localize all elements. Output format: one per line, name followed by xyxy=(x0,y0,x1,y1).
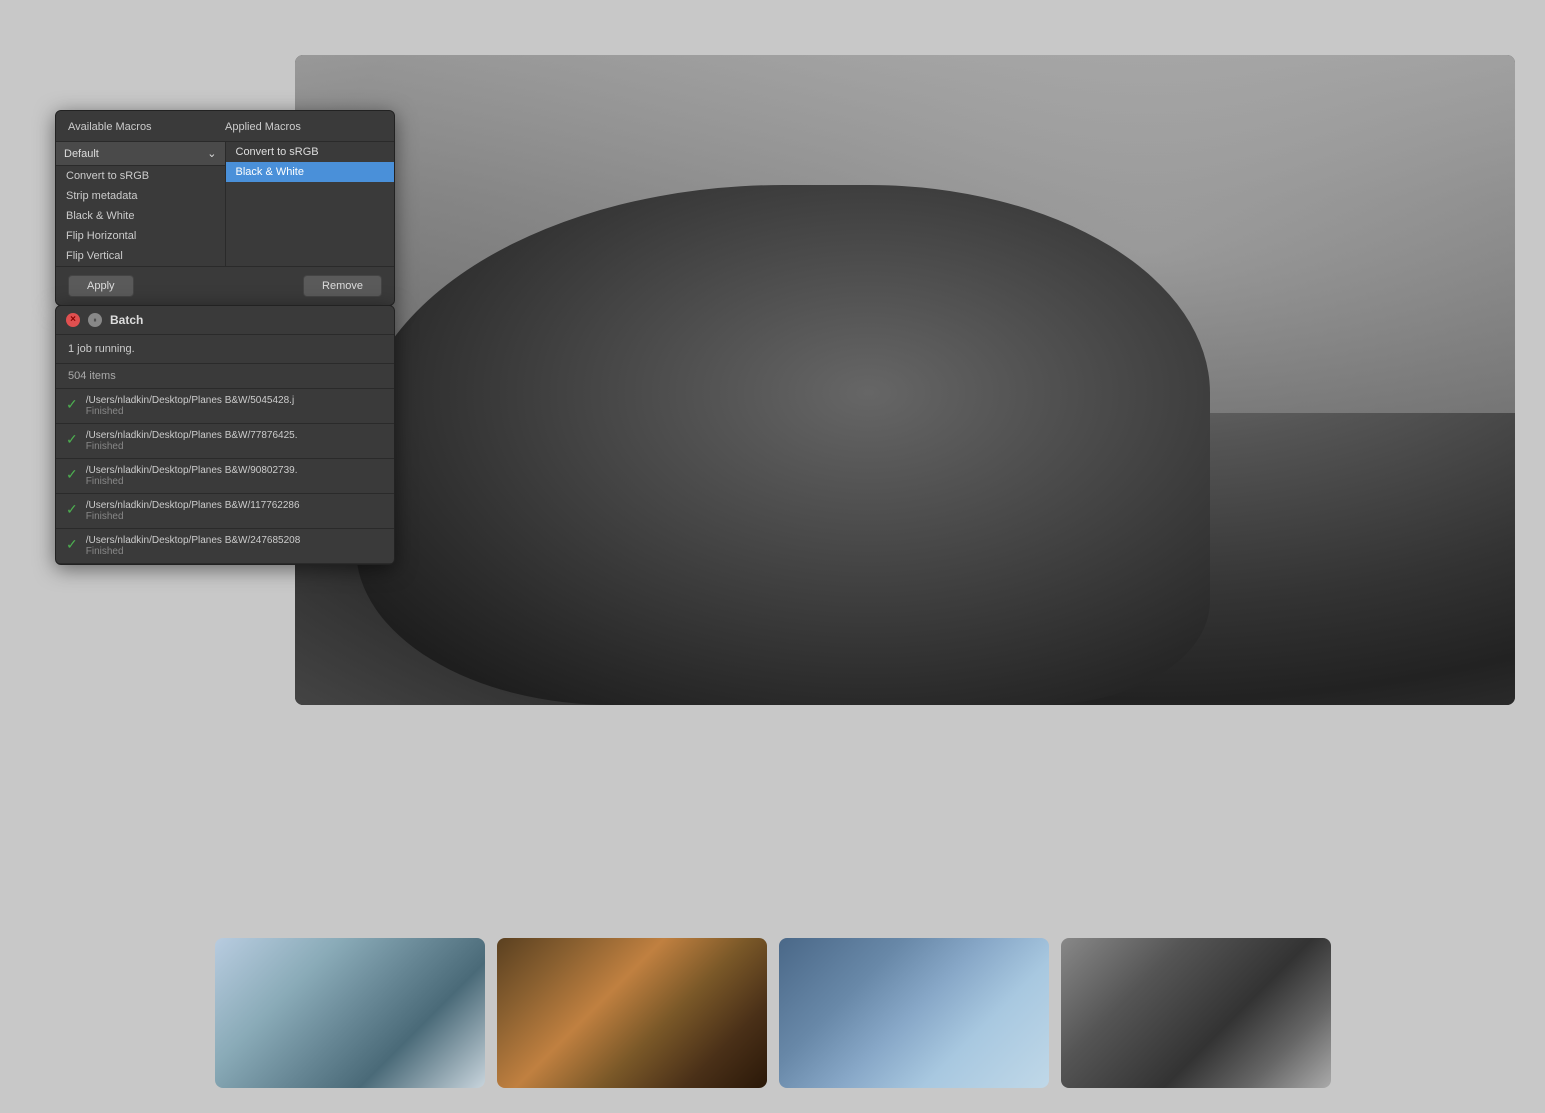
batch-item-status-2: Finished xyxy=(86,441,384,452)
check-icon-4: ✓ xyxy=(66,501,78,518)
macro-item-flip-vertical[interactable]: Flip Vertical xyxy=(56,246,225,266)
batch-item-info-1: /Users/nladkin/Desktop/Planes B&W/504542… xyxy=(86,395,384,417)
batch-item-info-5: /Users/nladkin/Desktop/Planes B&W/247685… xyxy=(86,535,384,557)
batch-item-path-2: /Users/nladkin/Desktop/Planes B&W/778764… xyxy=(86,430,384,441)
thumbnail-2[interactable] xyxy=(497,938,767,1088)
batch-close-button[interactable] xyxy=(66,313,80,327)
macros-footer: Apply Remove xyxy=(56,266,394,305)
applied-macros-header: Applied Macros xyxy=(225,121,382,133)
thumbnail-4[interactable] xyxy=(1061,938,1331,1088)
main-photo-inner xyxy=(295,55,1515,705)
batch-panel: Batch 1 job running. 504 items ✓ /Users/… xyxy=(55,305,395,565)
batch-item-path-1: /Users/nladkin/Desktop/Planes B&W/504542… xyxy=(86,395,384,406)
main-photo xyxy=(295,55,1515,705)
batch-item-path-4: /Users/nladkin/Desktop/Planes B&W/117762… xyxy=(86,500,384,511)
batch-item-status-5: Finished xyxy=(86,546,384,557)
macro-item-flip-horizontal[interactable]: Flip Horizontal xyxy=(56,226,225,246)
macros-right-panel: Convert to sRGB Black & White xyxy=(226,142,395,266)
chevron-down-icon: ⌄ xyxy=(207,147,216,160)
batch-item-1: ✓ /Users/nladkin/Desktop/Planes B&W/5045… xyxy=(56,389,394,424)
available-macros-header: Available Macros xyxy=(68,121,225,133)
batch-item-info-2: /Users/nladkin/Desktop/Planes B&W/778764… xyxy=(86,430,384,452)
macro-item-strip-metadata[interactable]: Strip metadata xyxy=(56,186,225,206)
macros-left-panel: Default ⌄ Convert to sRGB Strip metadata… xyxy=(56,142,226,266)
batch-item-info-4: /Users/nladkin/Desktop/Planes B&W/117762… xyxy=(86,500,384,522)
macros-body: Default ⌄ Convert to sRGB Strip metadata… xyxy=(56,141,394,266)
aircraft-body xyxy=(356,185,1210,705)
batch-item-status-4: Finished xyxy=(86,511,384,522)
check-icon-3: ✓ xyxy=(66,466,78,483)
batch-item-2: ✓ /Users/nladkin/Desktop/Planes B&W/7787… xyxy=(56,424,394,459)
macro-item-convert-srgb[interactable]: Convert to sRGB xyxy=(56,166,225,186)
apply-button[interactable]: Apply xyxy=(68,275,134,297)
batch-item-info-3: /Users/nladkin/Desktop/Planes B&W/908027… xyxy=(86,465,384,487)
applied-item-black-white[interactable]: Black & White xyxy=(226,162,395,182)
batch-item-5: ✓ /Users/nladkin/Desktop/Planes B&W/2476… xyxy=(56,529,394,564)
macros-header: Available Macros Applied Macros xyxy=(56,111,394,141)
macros-dropdown[interactable]: Default ⌄ xyxy=(56,142,225,166)
batch-status: 1 job running. xyxy=(56,335,394,364)
batch-title: Batch xyxy=(110,313,143,327)
check-icon-1: ✓ xyxy=(66,396,78,413)
batch-item-status-3: Finished xyxy=(86,476,384,487)
batch-item-3: ✓ /Users/nladkin/Desktop/Planes B&W/9080… xyxy=(56,459,394,494)
check-icon-2: ✓ xyxy=(66,431,78,448)
batch-header: Batch xyxy=(56,306,394,335)
macros-dropdown-value: Default xyxy=(64,148,99,160)
thumbnail-1[interactable] xyxy=(215,938,485,1088)
remove-button[interactable]: Remove xyxy=(303,275,382,297)
check-icon-5: ✓ xyxy=(66,536,78,553)
macro-item-black-white[interactable]: Black & White xyxy=(56,206,225,226)
batch-item-path-3: /Users/nladkin/Desktop/Planes B&W/908027… xyxy=(86,465,384,476)
batch-item-status-1: Finished xyxy=(86,406,384,417)
batch-item-path-5: /Users/nladkin/Desktop/Planes B&W/247685… xyxy=(86,535,384,546)
applied-item-convert-srgb[interactable]: Convert to sRGB xyxy=(226,142,395,162)
batch-item-4: ✓ /Users/nladkin/Desktop/Planes B&W/1177… xyxy=(56,494,394,529)
batch-pause-button[interactable] xyxy=(88,313,102,327)
thumbnail-3[interactable] xyxy=(779,938,1049,1088)
batch-count: 504 items xyxy=(56,364,394,389)
macros-panel: Available Macros Applied Macros Default … xyxy=(55,110,395,306)
batch-list: ✓ /Users/nladkin/Desktop/Planes B&W/5045… xyxy=(56,389,394,564)
thumbnail-strip xyxy=(50,933,1495,1093)
